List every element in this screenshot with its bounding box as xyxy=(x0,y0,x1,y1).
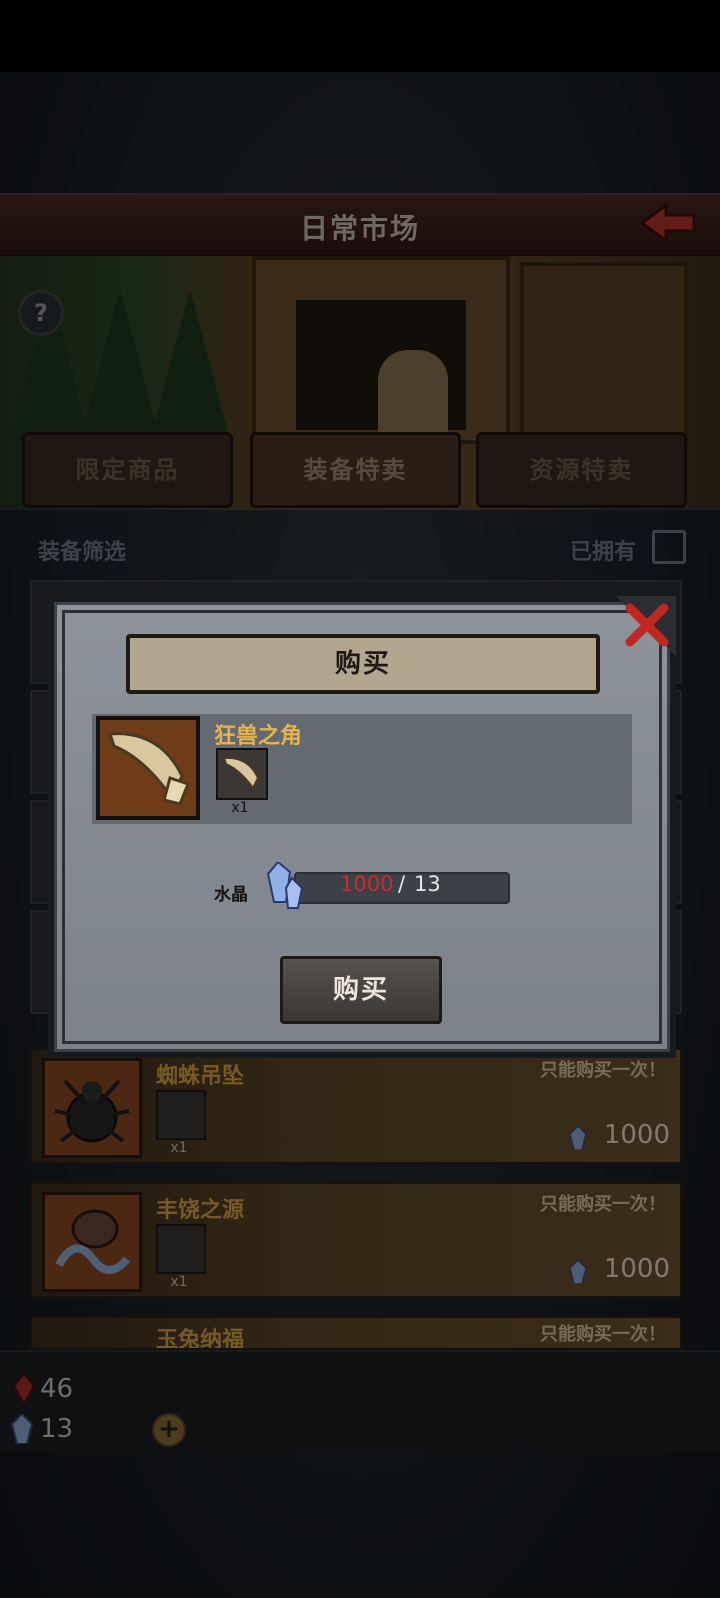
horn-icon xyxy=(216,748,268,800)
purchase-dialog: 购买 狂兽之角 x1 水晶 1000 / 13 购买 xyxy=(48,596,676,1058)
cost-label: 水晶 xyxy=(214,885,248,905)
dialog-title: 购买 xyxy=(126,634,600,694)
status-bar xyxy=(0,0,720,72)
crystal-icon xyxy=(266,862,304,909)
close-icon[interactable] xyxy=(616,596,676,656)
cost-separator: / xyxy=(398,872,406,896)
cost-required: 1000 xyxy=(340,872,394,896)
cost-owned: 13 xyxy=(414,872,441,896)
modal-item-qty: x1 xyxy=(231,800,249,816)
buy-button[interactable]: 购买 xyxy=(280,956,442,1024)
modal-item-name: 狂兽之角 xyxy=(214,724,303,749)
horn-icon xyxy=(96,716,200,820)
